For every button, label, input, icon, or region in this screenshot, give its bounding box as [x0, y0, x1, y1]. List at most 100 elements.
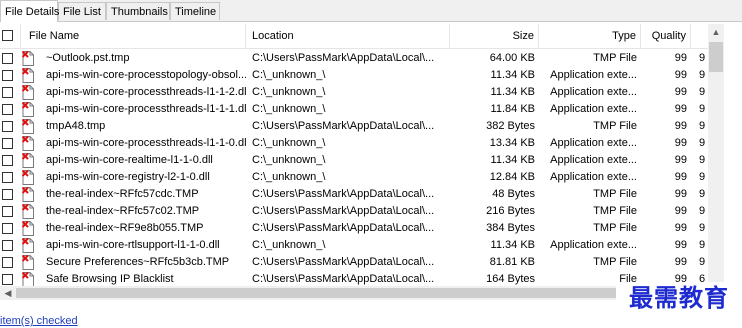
table-row[interactable]: Safe Browsing IP Blacklist C:\Users\PassM… [0, 271, 708, 286]
checked-items-status-link[interactable]: item(s) checked [0, 314, 78, 328]
row-checkbox[interactable] [2, 274, 13, 285]
tab-thumbnails[interactable]: Thumbnails [106, 2, 170, 20]
file-name-cell: the-real-index~RFfc57cdc.TMP [46, 188, 199, 200]
location-cell: C:\_unknown_\ [252, 171, 326, 183]
file-deleted-icon [22, 238, 34, 253]
vertical-scrollbar[interactable]: ▲ [708, 24, 724, 286]
row-checkbox[interactable] [2, 121, 13, 132]
file-name-cell: api-ms-win-core-processthreads-l1-1-2.dl… [46, 86, 246, 98]
extra-cell: 9 [699, 171, 706, 183]
quality-cell: 99 [674, 52, 687, 64]
quality-cell: 99 [674, 103, 687, 115]
file-name-cell: Secure Preferences~RFfc5b3cb.TMP [46, 256, 230, 268]
row-checkbox[interactable] [2, 70, 13, 81]
file-deleted-icon [22, 204, 34, 219]
table-row[interactable]: api-ms-win-core-processtopology-obsol...… [0, 67, 708, 84]
table-row[interactable]: ~Outlook.pst.tmp C:\Users\PassMark\AppDat… [0, 50, 708, 67]
row-checkbox[interactable] [2, 223, 13, 234]
extra-cell: 9 [699, 52, 706, 64]
table-row[interactable]: the-real-index~RFfc57cdc.TMP C:\Users\Pas… [0, 186, 708, 203]
table-row[interactable]: api-ms-win-core-registry-l2-1-0.dll C:\_u… [0, 169, 708, 186]
file-name-cell: api-ms-win-core-realtime-l1-1-0.dll [46, 154, 213, 166]
table-row[interactable]: api-ms-win-core-rtlsupport-l1-1-0.dll C:\… [0, 237, 708, 254]
tab-timeline[interactable]: Timeline [170, 2, 220, 20]
size-cell: 81.81 KB [489, 256, 535, 268]
column-header-quality[interactable]: Quality [641, 24, 691, 48]
table-row[interactable]: api-ms-win-core-processthreads-l1-1-1.dl… [0, 101, 708, 118]
column-header-type[interactable]: Type [539, 24, 641, 48]
type-cell: Application exte... [550, 103, 637, 115]
location-cell: C:\Users\PassMark\AppData\Local\... [252, 273, 435, 285]
quality-cell: 99 [674, 239, 687, 251]
size-cell: 48 Bytes [492, 188, 535, 200]
scroll-left-arrow-icon[interactable]: ◀ [0, 285, 16, 301]
extra-cell: 9 [699, 256, 706, 268]
tab-file-list[interactable]: File List [58, 2, 106, 20]
checkbox-column-header[interactable] [0, 24, 21, 48]
extra-cell: 9 [699, 86, 706, 98]
row-checkbox[interactable] [2, 155, 13, 166]
file-deleted-icon [22, 170, 34, 185]
file-deleted-icon [22, 153, 34, 168]
location-cell: C:\Users\PassMark\AppData\Local\... [252, 256, 435, 268]
file-deleted-icon [22, 136, 34, 151]
file-deleted-icon [22, 119, 34, 134]
column-header-size[interactable]: Size [450, 24, 539, 48]
type-cell: Application exte... [550, 137, 637, 149]
column-header-row: File Name Location Size Type Quality [0, 24, 708, 49]
location-cell: C:\_unknown_\ [252, 154, 326, 166]
vertical-scroll-thumb[interactable] [709, 42, 723, 72]
location-cell: C:\_unknown_\ [252, 137, 326, 149]
row-checkbox[interactable] [2, 240, 13, 251]
type-cell: Application exte... [550, 69, 637, 81]
extra-cell: 9 [699, 69, 706, 81]
row-checkbox[interactable] [2, 257, 13, 268]
table-row[interactable]: Secure Preferences~RFfc5b3cb.TMP C:\Users… [0, 254, 708, 271]
row-checkbox[interactable] [2, 53, 13, 64]
row-checkbox[interactable] [2, 104, 13, 115]
type-cell: TMP File [593, 120, 637, 132]
column-header-location[interactable]: Location [246, 24, 450, 48]
row-checkbox[interactable] [2, 138, 13, 149]
quality-cell: 99 [674, 86, 687, 98]
type-cell: TMP File [593, 188, 637, 200]
table-row[interactable]: the-real-index~RF9e8b055.TMP C:\Users\Pas… [0, 220, 708, 237]
quality-cell: 99 [674, 120, 687, 132]
table-row[interactable]: api-ms-win-core-processthreads-l1-1-2.dl… [0, 84, 708, 101]
quality-cell: 99 [674, 69, 687, 81]
extra-cell: 9 [699, 120, 706, 132]
horizontal-scrollbar[interactable]: ◀ [0, 286, 708, 300]
table-row[interactable]: api-ms-win-core-processthreads-l1-1-0.dl… [0, 135, 708, 152]
location-cell: C:\Users\PassMark\AppData\Local\... [252, 52, 435, 64]
horizontal-scroll-thumb[interactable] [16, 288, 688, 298]
type-cell: Application exte... [550, 154, 637, 166]
column-header-extra[interactable] [691, 24, 708, 48]
table-row[interactable]: tmpA48.tmp C:\Users\PassMark\AppData\Loca… [0, 118, 708, 135]
table-row[interactable]: the-real-index~RFfc57c02.TMP C:\Users\Pas… [0, 203, 708, 220]
size-cell: 12.84 KB [489, 171, 535, 183]
row-checkbox[interactable] [2, 206, 13, 217]
extra-cell: 9 [699, 239, 706, 251]
extra-cell: 9 [699, 222, 706, 234]
tab-file-details[interactable]: File Details [0, 0, 59, 22]
type-cell: Application exte... [550, 171, 637, 183]
extra-cell: 9 [699, 103, 706, 115]
row-checkbox[interactable] [2, 172, 13, 183]
column-header-file-name[interactable]: File Name [21, 24, 246, 48]
extra-cell: 9 [699, 188, 706, 200]
size-cell: 216 Bytes [486, 205, 535, 217]
file-name-cell: ~Outlook.pst.tmp [46, 52, 130, 64]
extra-cell: 9 [699, 137, 706, 149]
scroll-up-arrow-icon[interactable]: ▲ [708, 24, 724, 40]
extra-cell: 9 [699, 205, 706, 217]
location-cell: C:\Users\PassMark\AppData\Local\... [252, 205, 435, 217]
row-checkbox[interactable] [2, 87, 13, 98]
size-cell: 11.84 KB [490, 103, 535, 115]
file-deleted-icon [22, 85, 34, 100]
row-checkbox[interactable] [2, 189, 13, 200]
file-details-grid: File Name Location Size Type Quality ~Ou… [0, 24, 742, 286]
file-name-cell: tmpA48.tmp [46, 120, 106, 132]
file-deleted-icon [22, 68, 34, 83]
table-row[interactable]: api-ms-win-core-realtime-l1-1-0.dll C:\_u… [0, 152, 708, 169]
quality-cell: 99 [674, 171, 687, 183]
